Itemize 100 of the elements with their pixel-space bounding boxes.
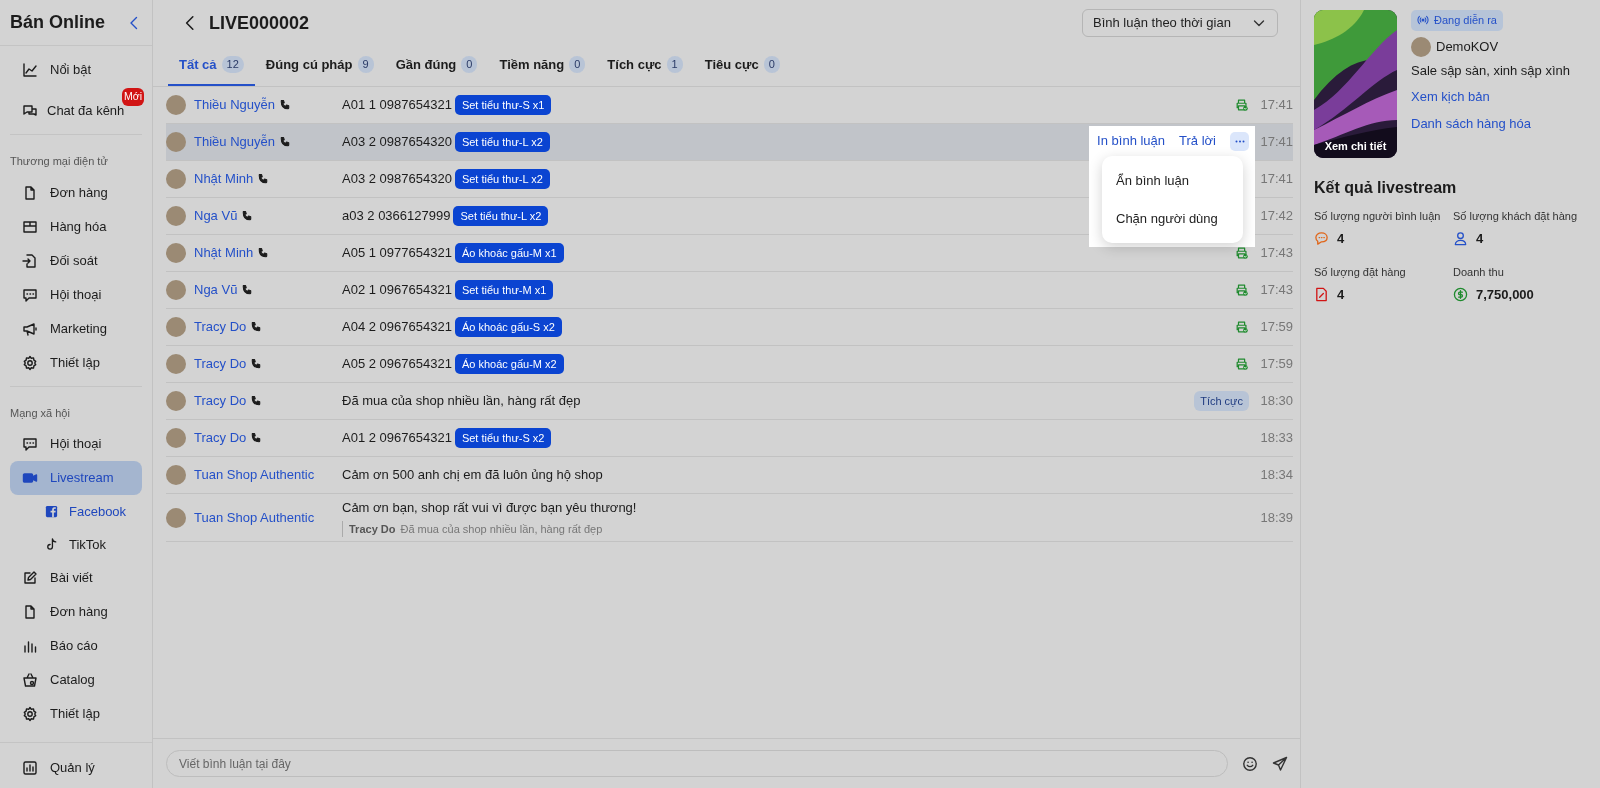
comment-time: 18:34 <box>1259 466 1293 485</box>
author-name[interactable]: Tracy Do <box>194 317 247 337</box>
stat-value: 4 <box>1476 229 1484 248</box>
section-heading: Mạng xã hội <box>9 405 71 421</box>
comment-time: 18:39 <box>1259 508 1293 527</box>
filter-tab[interactable]: Tiêu cực 0 <box>693 45 791 86</box>
comment-row[interactable]: Tracy Do Đã mua của shop nhiều lần, hàng rất đẹp Tích cực 18:30 <box>166 383 1293 420</box>
comment-input[interactable]: Viết bình luận tại đây <box>166 750 1228 777</box>
comment-text: A03 2 0987654320 <box>342 170 452 189</box>
info-link[interactable]: Xem kịch bản <box>1411 87 1490 107</box>
sidebar-item[interactable]: Đối soát <box>10 243 142 278</box>
filter-tab[interactable]: Tích cực 1 <box>596 45 694 86</box>
product-tag: Set tiểu thư-L x2 <box>453 205 549 227</box>
sidebar-subitem[interactable]: TikTok <box>10 528 142 561</box>
filter-tab[interactable]: Tiềm năng 0 <box>488 45 597 86</box>
filter-tab[interactable]: Gần đúng 0 <box>384 45 489 86</box>
comment-time: 17:41 <box>1259 170 1293 189</box>
menu-item[interactable]: Ẩn bình luận <box>1102 162 1243 200</box>
comment-text: A05 2 0967654321 <box>342 355 452 374</box>
comment-text: a03 2 0366127999 <box>342 207 451 226</box>
author-name[interactable]: Tuan Shop Authentic <box>194 507 315 528</box>
author-name[interactable]: Thiều Nguyễn <box>194 95 275 115</box>
sidebar-item[interactable]: Nổi bật <box>10 53 142 87</box>
sidebar-item[interactable]: Quản lý <box>10 751 142 785</box>
edit-icon <box>22 570 38 586</box>
live-status-badge: Đang diễn ra <box>1411 10 1503 31</box>
product-tag: Áo khoác gấu-S x2 <box>454 316 562 338</box>
sidebar-subitem[interactable]: Facebook <box>10 495 142 528</box>
action-link[interactable]: In bình luận <box>1097 131 1166 151</box>
comment-row[interactable]: Tuan Shop Authentic Cảm ơn 500 anh chị em đã luôn ủng hộ shop 18:34 <box>166 457 1293 494</box>
stat-value: 4 <box>1337 285 1345 304</box>
bar-chart-icon <box>22 638 38 654</box>
reply-text: Đã mua của shop nhiều lần, hàng rất đẹp <box>400 522 603 535</box>
author-name[interactable]: Nhật Minh <box>194 169 254 189</box>
author-name[interactable]: Nhật Minh <box>194 243 254 263</box>
comment-time: 17:43 <box>1259 244 1293 263</box>
comment-row[interactable]: Tracy Do A01 2 0967654321 Set tiểu thư-S x2 18:33 <box>166 420 1293 457</box>
sidebar-item[interactable]: Hội thoại <box>10 427 142 461</box>
comment-row[interactable]: Nhật Minh A05 1 0977654321 Áo khoác gấu-M x1 17:43 <box>166 235 1293 272</box>
comment-row[interactable]: Tracy Do A04 2 0967654321 Áo khoác gấu-S x2 17:59 <box>166 309 1293 346</box>
stat-value: 4 <box>1337 229 1345 248</box>
comment-row[interactable]: Nga Vũ A02 1 0967654321 Set tiểu thư-M x1 17:43 <box>166 272 1293 309</box>
send-icon[interactable] <box>1272 755 1288 772</box>
comment-row[interactable]: Tracy Do A05 2 0967654321 Áo khoác gấu-M x2 17:59 <box>166 346 1293 383</box>
sidebar-item[interactable]: Đơn hàng <box>10 595 142 629</box>
basket-icon <box>22 672 38 688</box>
menu-item[interactable]: Chặn người dùng <box>1102 199 1243 237</box>
author-name[interactable]: Tracy Do <box>194 391 247 411</box>
sidebar-item[interactable]: Thiết lập <box>10 345 142 380</box>
count-badge: 0 <box>763 56 780 73</box>
avatar <box>166 95 186 115</box>
info-link[interactable]: Danh sách hàng hóa <box>1411 113 1531 133</box>
author-name[interactable]: Thiều Nguyễn <box>194 132 275 152</box>
megaphone-icon <box>22 320 38 337</box>
comment-time: 18:30 <box>1259 392 1293 411</box>
live-headline: Sale sập sàn, xinh sập xình <box>1411 61 1570 80</box>
filter-tab[interactable]: Đúng cú pháp 9 <box>254 45 385 86</box>
page-title: LIVE000002 <box>209 11 310 35</box>
emoji-icon[interactable] <box>1242 755 1258 772</box>
filter-tab[interactable]: Tất cả 12 <box>168 45 255 86</box>
author-name[interactable]: Tuan Shop Authentic <box>194 465 315 485</box>
avatar <box>166 317 186 337</box>
product-tag: Áo khoác gấu-M x2 <box>454 353 564 375</box>
report-icon <box>22 760 38 776</box>
stat-label: Số lượng đặt hàng <box>1314 265 1407 280</box>
sidebar-item[interactable]: Thiết lập <box>10 697 142 731</box>
avatar <box>166 391 186 411</box>
sidebar-item[interactable]: Catalog <box>10 663 142 697</box>
document-icon <box>1314 286 1329 302</box>
comment-text: A02 1 0967654321 <box>342 281 452 300</box>
action-link[interactable]: Trả lời <box>1179 131 1216 151</box>
comment-text: Đã mua của shop nhiều lần, hàng rất đẹp <box>342 392 581 411</box>
sidebar-item[interactable]: Đơn hàng <box>10 175 142 210</box>
comment-time: 17:59 <box>1259 318 1293 337</box>
stat-value: 7,750,000 <box>1476 285 1534 304</box>
facebook-icon <box>44 504 59 519</box>
avatar <box>166 465 186 485</box>
sidebar-item[interactable]: Báo cáo <box>10 629 142 663</box>
sidebar-item[interactable]: Bài viết <box>10 561 142 595</box>
author-name[interactable]: Tracy Do <box>194 428 247 448</box>
sidebar-item[interactable]: Hàng hóa <box>10 209 142 244</box>
sidebar-item[interactable]: Hội thoại <box>10 277 142 312</box>
comment-row[interactable]: Tuan Shop Authentic Cảm ơn bạn, shop rất vui vì được bạn yêu thương! Tracy Do Đã mua của shop nhiều lần, hàng rất đẹp 18:39 <box>166 494 1293 542</box>
comment-text: Cảm ơn 500 anh chị em đã luôn ủng hộ shop <box>342 466 603 485</box>
count-badge: 0 <box>569 56 586 73</box>
sort-dropdown[interactable]: Bình luận theo thời gian <box>1082 9 1278 37</box>
author-name[interactable]: Nga Vũ <box>194 206 238 226</box>
host-avatar <box>1411 36 1431 57</box>
product-tag: Set tiểu thư-S x1 <box>454 94 552 116</box>
sidebar-item[interactable]: Marketing <box>10 311 142 346</box>
comment-icon <box>1314 230 1329 246</box>
author-name[interactable]: Tracy Do <box>194 354 247 374</box>
comment-text: A05 1 0977654321 <box>342 244 452 263</box>
product-tag: Set tiểu thư-L x2 <box>454 131 550 153</box>
author-name[interactable]: Nga Vũ <box>194 280 238 300</box>
sentiment-tag: Tích cực <box>1194 390 1249 412</box>
avatar <box>166 507 186 528</box>
person-icon <box>1453 230 1468 246</box>
dollar-icon <box>1453 286 1468 302</box>
sidebar-item[interactable]: Livestream <box>10 461 142 495</box>
